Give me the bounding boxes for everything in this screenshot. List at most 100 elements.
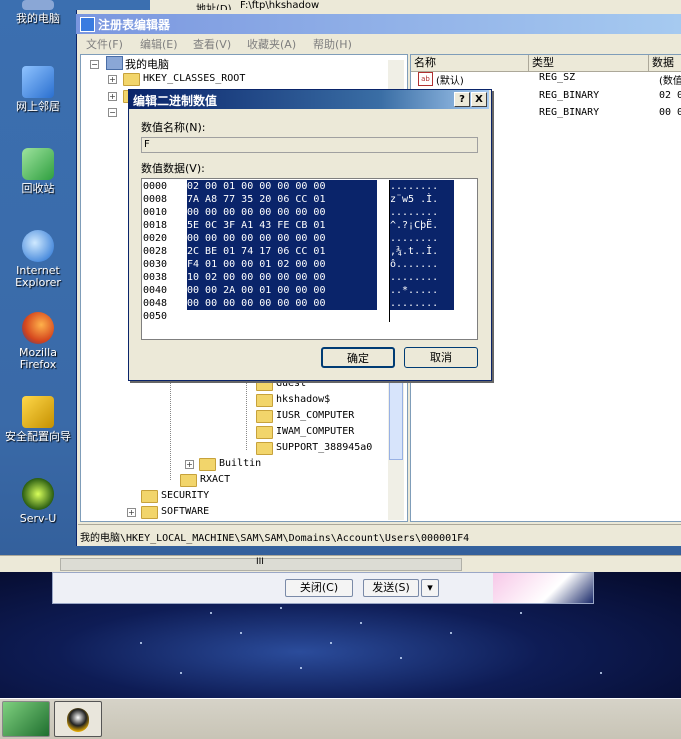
close-button[interactable]: X [471, 92, 487, 107]
window-title: 注册表编辑器 [98, 18, 171, 32]
desktop-icon-label: 回收站 [21, 182, 55, 195]
hex-bytes-selected[interactable]: 00 00 00 00 00 00 00 00 [187, 297, 377, 310]
hex-address: 0030 [143, 259, 168, 270]
tree-item-builtin[interactable]: Builtin [219, 458, 261, 469]
column-header-type[interactable]: 类型 [529, 55, 649, 72]
tree-item-iwam[interactable]: IWAM_COMPUTER [276, 426, 354, 437]
tree-item-security[interactable]: SECURITY [161, 490, 209, 501]
status-bar: 我的电脑\HKEY_LOCAL_MACHINE\SAM\SAM\Domains\… [78, 524, 681, 545]
cancel-button[interactable]: 取消 [404, 347, 478, 368]
folder-icon [180, 474, 197, 487]
hex-bytes-selected[interactable]: 5E 0C 3F A1 43 FE CB 01 [187, 219, 377, 232]
start-flag-icon[interactable] [2, 701, 50, 737]
recycle-bin-icon [22, 148, 54, 180]
hex-bytes-selected[interactable]: 00 00 2A 00 01 00 00 00 [187, 284, 377, 297]
internet-explorer-icon [22, 230, 54, 262]
expand-icon[interactable]: + [108, 75, 117, 84]
hex-ascii-selected[interactable]: ........ [390, 297, 454, 310]
qq-taskbar-button[interactable] [54, 701, 102, 737]
menu-help[interactable]: 帮助(H) [313, 36, 352, 52]
firefox-icon [22, 312, 54, 344]
hex-ascii-selected[interactable]: ........ [390, 180, 454, 193]
value-name-field[interactable]: F [141, 137, 478, 153]
tree-item-hkcr[interactable]: HKEY_CLASSES_ROOT [143, 73, 245, 84]
hex-address: 0000 [143, 181, 168, 192]
tree-line [246, 380, 247, 450]
expand-icon[interactable]: + [127, 508, 136, 517]
value-data: 00 0 [659, 107, 681, 118]
desktop-icon-label: Internet Explorer [15, 264, 61, 289]
hex-ascii-selected[interactable]: ^.?¡CþË. [390, 219, 454, 232]
send-options-dropdown[interactable]: ▾ [421, 579, 439, 597]
tree-item-iusr[interactable]: IUSR_COMPUTER [276, 410, 354, 421]
column-header-name[interactable]: 名称 [411, 55, 529, 72]
hex-bytes-selected[interactable]: 02 00 01 00 00 00 00 00 [187, 180, 377, 193]
hex-ascii-selected[interactable]: ,¾.t..Ì. [390, 245, 454, 258]
dialog-title: 编辑二进制数值 [133, 94, 218, 108]
collapse-icon[interactable]: − [90, 60, 99, 69]
expand-icon[interactable]: + [185, 460, 194, 469]
horizontal-scrollbar[interactable]: III [0, 555, 681, 572]
chat-avatar-art [493, 573, 593, 603]
hex-ascii-selected[interactable]: ........ [390, 206, 454, 219]
hex-ascii-selected[interactable]: ........ [390, 271, 454, 284]
menu-edit[interactable]: 编辑(E) [140, 36, 178, 52]
computer-icon [106, 56, 123, 70]
desktop-icon-servu[interactable]: Serv-U [0, 478, 76, 525]
folder-icon [256, 394, 273, 407]
folder-icon [256, 410, 273, 423]
desktop-icon-label: 安全配置向导 [5, 430, 71, 443]
folder-icon [141, 506, 158, 519]
tree-item-hkshadow[interactable]: hkshadow$ [276, 394, 330, 405]
desktop-icon-ie[interactable]: Internet Explorer [0, 230, 76, 289]
hex-address: 0010 [143, 207, 168, 218]
desktop-icon-label: 我的电脑 [16, 12, 60, 25]
hex-bytes-selected[interactable]: 10 02 00 00 00 00 00 00 [187, 271, 377, 284]
desktop-icon-security-wizard[interactable]: 安全配置向导 [0, 396, 76, 443]
ok-button[interactable]: 确定 [321, 347, 395, 368]
desktop-icon-network[interactable]: 网上邻居 [0, 66, 76, 113]
hex-address: 0050 [143, 311, 168, 322]
hex-address: 0020 [143, 233, 168, 244]
folder-icon [256, 442, 273, 455]
menu-favorites[interactable]: 收藏夹(A) [247, 36, 296, 52]
hex-ascii-selected[interactable]: z¨w5 .Ì. [390, 193, 454, 206]
hex-address: 0048 [143, 298, 168, 309]
desktop-icon-firefox[interactable]: Mozilla Firefox [0, 312, 76, 371]
menu-view[interactable]: 查看(V) [193, 36, 231, 52]
chat-send-button[interactable]: 发送(S) [363, 579, 419, 597]
column-header-data[interactable]: 数据 [649, 55, 681, 72]
value-data-label: 数值数据(V): [141, 162, 205, 175]
hex-address: 0028 [143, 246, 168, 257]
hex-bytes-selected[interactable]: 2C BE 01 74 17 06 CC 01 [187, 245, 377, 258]
hex-bytes-selected[interactable]: 7A A8 77 35 20 06 CC 01 [187, 193, 377, 206]
hex-bytes-selected[interactable]: 00 00 00 00 00 00 00 00 [187, 206, 377, 219]
desktop-icon-label: 网上邻居 [16, 100, 60, 113]
menu-bar: 文件(F) 编辑(E) 查看(V) 收藏夹(A) 帮助(H) [80, 34, 680, 52]
dialog-titlebar[interactable]: 编辑二进制数值 ? X [129, 90, 489, 109]
folder-icon [123, 73, 140, 86]
desktop-icon-my-computer[interactable]: 我的电脑 [0, 0, 76, 25]
network-icon [22, 66, 54, 98]
tree-item-rxact[interactable]: RXACT [200, 474, 230, 485]
menu-file[interactable]: 文件(F) [86, 36, 123, 52]
desktop-icon-recycle-bin[interactable]: 回收站 [0, 148, 76, 195]
expand-icon[interactable]: + [108, 92, 117, 101]
hex-bytes-selected[interactable]: F4 01 00 00 01 02 00 00 [187, 258, 377, 271]
qq-penguin-icon [67, 708, 89, 732]
hex-bytes-selected[interactable]: 00 00 00 00 00 00 00 00 [187, 232, 377, 245]
chat-close-button[interactable]: 关闭(C) [285, 579, 353, 597]
hex-ascii-selected[interactable]: ô....... [390, 258, 454, 271]
help-button[interactable]: ? [454, 92, 470, 107]
tree-root-label[interactable]: 我的电脑 [125, 56, 169, 72]
value-name[interactable]: (默认) [436, 72, 464, 87]
registry-editor-titlebar[interactable]: 注册表编辑器 [76, 14, 681, 34]
hex-ascii-selected[interactable]: ..*..... [390, 284, 454, 297]
folder-icon [199, 458, 216, 471]
hex-ascii-selected[interactable]: ........ [390, 232, 454, 245]
tree-item-software[interactable]: SOFTWARE [161, 506, 209, 517]
collapse-icon[interactable]: − [108, 108, 117, 117]
tree-item-support[interactable]: SUPPORT_388945a0 [276, 442, 372, 453]
tree-line [170, 380, 171, 480]
value-name-label: 数值名称(N): [141, 121, 206, 134]
